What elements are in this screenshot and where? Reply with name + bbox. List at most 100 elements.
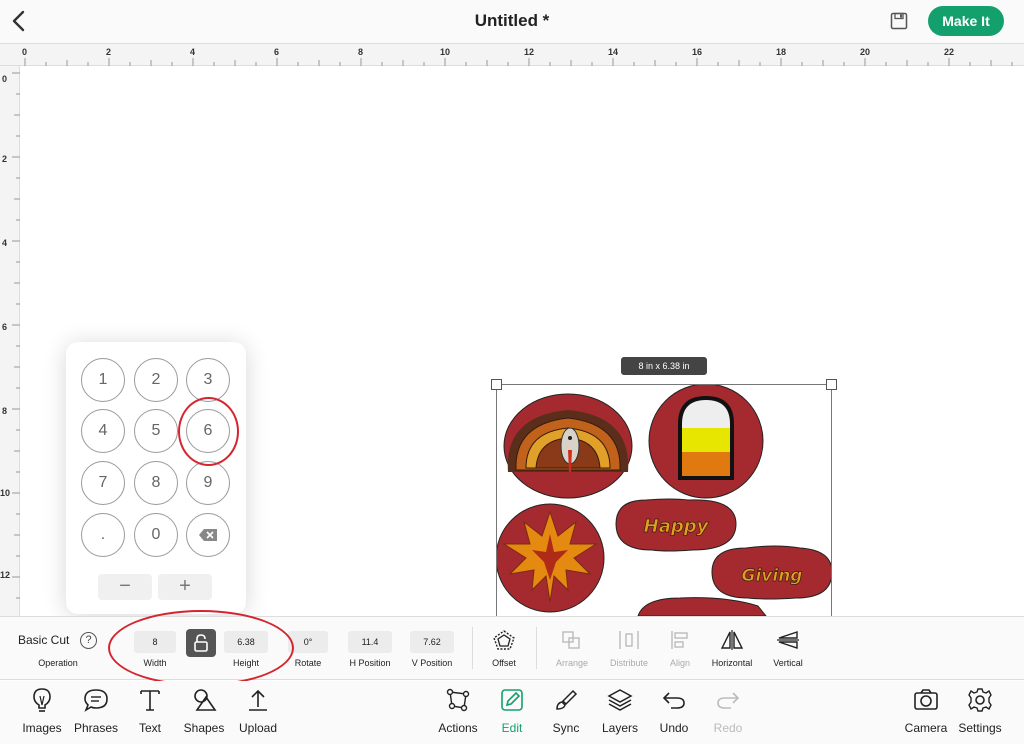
lightbulb-icon <box>33 688 51 712</box>
width-label: Width <box>143 658 167 668</box>
actions-icon <box>446 688 470 712</box>
operation-value[interactable]: Basic Cut <box>18 633 69 647</box>
undo-label: Undo <box>659 721 689 735</box>
actions-label: Actions <box>438 721 478 735</box>
camera-button[interactable]: Camera <box>896 687 956 735</box>
gear-icon <box>968 688 992 712</box>
text-button[interactable]: Text <box>120 687 180 735</box>
key-2[interactable]: 2 <box>134 358 178 402</box>
v-position-field[interactable]: 7.62 <box>410 631 454 653</box>
toolbar-divider <box>472 627 473 669</box>
height-label: Height <box>232 658 259 668</box>
rotate-field[interactable]: 0° <box>288 631 328 653</box>
layers-label: Layers <box>601 721 639 735</box>
resize-handle-top-left[interactable] <box>491 379 502 390</box>
key-decimal[interactable]: . <box>81 513 125 557</box>
sync-label: Sync <box>552 721 580 735</box>
top-bar: Untitled * Make It <box>0 0 1024 44</box>
width-field[interactable]: 8 <box>134 631 176 653</box>
h-position-label: H Position <box>349 658 391 668</box>
ruler-label: 12 <box>0 570 11 580</box>
key-4[interactable]: 4 <box>81 409 125 453</box>
save-icon[interactable] <box>890 12 908 30</box>
v-position-label: V Position <box>411 658 453 668</box>
arrange-icon[interactable] <box>560 629 584 651</box>
key-1[interactable]: 1 <box>81 358 125 402</box>
upload-button[interactable]: Upload <box>228 687 288 735</box>
lock-proportions-button[interactable] <box>186 629 216 657</box>
edit-button[interactable]: Edit <box>482 687 542 735</box>
shapes-icon <box>194 689 217 711</box>
rotate-label: Rotate <box>294 658 322 668</box>
resize-handle-top-right[interactable] <box>826 379 837 390</box>
align-icon[interactable] <box>668 629 692 651</box>
key-7[interactable]: 7 <box>81 461 125 505</box>
redo-icon <box>717 692 740 709</box>
ruler-label: 6 <box>274 47 280 57</box>
ruler-label: 2 <box>2 154 8 164</box>
key-9[interactable]: 9 <box>186 461 230 505</box>
ruler-label: 10 <box>440 47 451 57</box>
ruler-label: 18 <box>776 47 787 57</box>
phrases-button[interactable]: Phrases <box>66 687 126 735</box>
design-space: Untitled * Make It 0 2 4 6 8 10 12 14 16… <box>0 0 1024 744</box>
key-3[interactable]: 3 <box>186 358 230 402</box>
flip-vertical-icon[interactable] <box>776 629 800 651</box>
layers-icon <box>607 689 633 711</box>
ruler-label: 8 <box>358 47 364 57</box>
ruler-label: 4 <box>190 47 196 57</box>
horizontal-ruler-ticks <box>24 58 1013 66</box>
ruler-label: 2 <box>106 47 112 57</box>
text-t-icon <box>140 690 160 711</box>
horizontal-label: Horizontal <box>711 658 753 668</box>
ruler-label: 22 <box>944 47 955 57</box>
height-field[interactable]: 6.38 <box>224 631 268 653</box>
plus-button[interactable]: + <box>158 574 212 600</box>
toolbar-divider <box>536 627 537 669</box>
images-button[interactable]: Images <box>12 687 72 735</box>
upload-label: Upload <box>238 721 278 735</box>
key-5[interactable]: 5 <box>134 409 178 453</box>
ruler-label: 10 <box>0 488 11 498</box>
shapes-button[interactable]: Shapes <box>174 687 234 735</box>
ruler-label: 20 <box>860 47 871 57</box>
offset-icon[interactable] <box>492 629 516 651</box>
flip-horizontal-icon[interactable] <box>720 629 744 651</box>
selection-size-label: 8 in x 6.38 in <box>621 357 707 375</box>
backspace-icon <box>199 529 217 541</box>
vertical-ruler: 0 2 4 6 8 10 12 <box>0 66 20 616</box>
speech-bubble-icon <box>84 689 108 712</box>
camera-icon <box>914 689 938 710</box>
settings-button[interactable]: Settings <box>950 687 1010 735</box>
distribute-icon[interactable] <box>617 629 641 651</box>
ruler-label: 8 <box>2 406 8 416</box>
undo-icon <box>662 692 685 709</box>
key-8[interactable]: 8 <box>134 461 178 505</box>
h-position-field[interactable]: 11.4 <box>348 631 392 653</box>
project-title: Untitled * <box>474 11 550 30</box>
align-label: Align <box>669 658 690 668</box>
lock-icon <box>194 634 208 652</box>
redo-button[interactable]: Redo <box>698 687 758 735</box>
operation-label: Operation <box>38 658 78 668</box>
edit-label: Edit <box>501 721 523 735</box>
back-arrow-icon[interactable] <box>10 9 28 33</box>
key-0[interactable]: 0 <box>134 513 178 557</box>
actions-button[interactable]: Actions <box>428 687 488 735</box>
selection-box <box>496 384 832 624</box>
distribute-label: Distribute <box>609 658 648 668</box>
phrases-label: Phrases <box>73 721 119 735</box>
bottom-navigation: Images Phrases Text Shapes Upload Action… <box>0 681 1024 744</box>
minus-button[interactable]: − <box>98 574 152 600</box>
ruler-label: 14 <box>608 47 619 57</box>
layers-button[interactable]: Layers <box>590 687 650 735</box>
help-icon[interactable]: ? <box>80 632 97 649</box>
ruler-label: 12 <box>524 47 535 57</box>
redo-label: Redo <box>713 721 743 735</box>
key-6[interactable]: 6 <box>186 409 230 453</box>
sync-button[interactable]: Sync <box>536 687 596 735</box>
make-it-button[interactable]: Make It <box>928 6 1004 36</box>
backspace-key[interactable] <box>186 513 230 557</box>
undo-button[interactable]: Undo <box>644 687 704 735</box>
ruler-label: 0 <box>22 47 28 57</box>
